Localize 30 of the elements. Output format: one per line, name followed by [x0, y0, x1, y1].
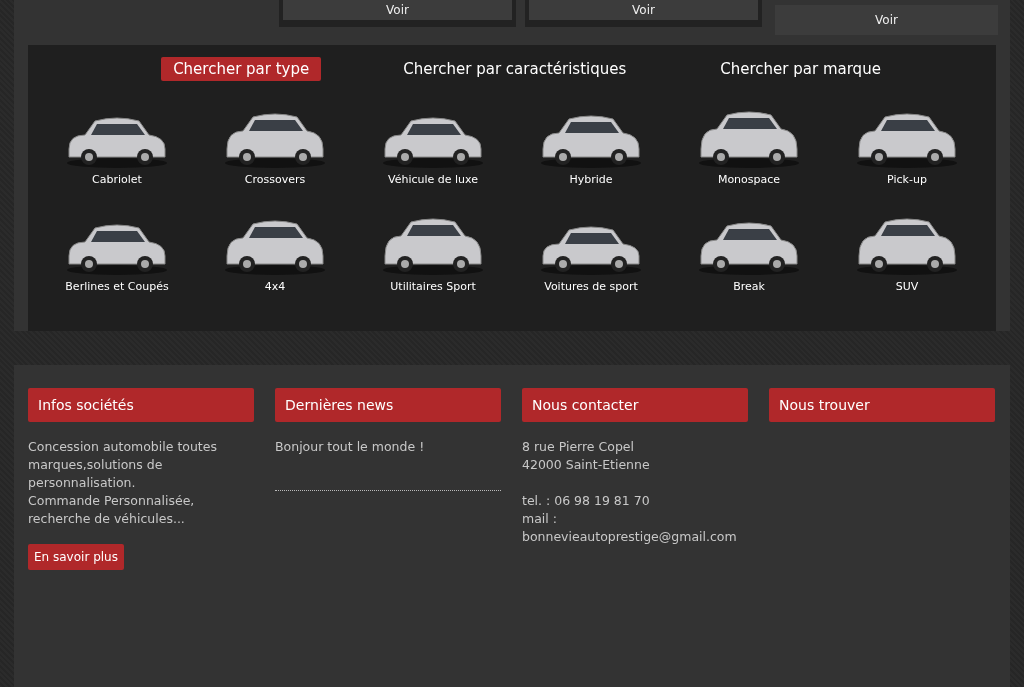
news-link[interactable]: Bonjour tout le monde !	[275, 438, 501, 456]
vehicle-type-link[interactable]: Break	[733, 280, 765, 293]
vehicle-type-link[interactable]: Voitures de sport	[544, 280, 638, 293]
search-tab[interactable]: Chercher par type	[161, 57, 322, 81]
info-text: Concession automobile toutes marques,solutions de personnalisation.	[28, 438, 218, 492]
vehicle-type-link[interactable]: Crossovers	[244, 173, 306, 186]
vehicle-type-link[interactable]: 4x4	[264, 280, 286, 293]
contact-text: mail : bonnevieautoprestige@gmail.com	[522, 510, 738, 546]
vehicle-type-link[interactable]: Utilitaires Sport	[390, 280, 476, 293]
search-tab[interactable]: Chercher par marque	[708, 57, 893, 81]
vehicle-type-link[interactable]: Monospace	[717, 173, 781, 186]
vehicle-type-link[interactable]: Berlines et Coupés	[65, 280, 169, 293]
contact-text: 8 rue Pierre Copel	[522, 438, 635, 456]
section-heading: Nous trouver	[769, 388, 995, 422]
vehicle-type-link[interactable]: Hybride	[569, 173, 613, 186]
vehicle-type-link[interactable]: Pick-up	[887, 173, 927, 186]
vehicle-type-link[interactable]: Véhicule de luxe	[388, 173, 478, 186]
contact-text: tel. : 06 98 19 81 70	[522, 492, 651, 510]
section-heading: Nous contacter	[522, 388, 748, 422]
section-heading: Dernières news	[275, 388, 501, 422]
section-heading: Infos sociétés	[28, 388, 254, 422]
voir-button[interactable]: Voir	[529, 0, 758, 20]
contact-text: 42000 Saint-Etienne	[522, 456, 651, 474]
vehicle-type-link[interactable]: Cabriolet	[92, 173, 142, 186]
vehicle-type-link[interactable]: SUV	[895, 280, 919, 293]
voir-button[interactable]: Voir	[775, 5, 998, 35]
search-tab[interactable]: Chercher par caractéristiques	[391, 57, 639, 81]
more-button[interactable]: En savoir plus	[28, 544, 124, 570]
info-text: Commande Personnalisée, recherche de véhicules...	[28, 492, 196, 528]
voir-button[interactable]: Voir	[283, 0, 512, 20]
